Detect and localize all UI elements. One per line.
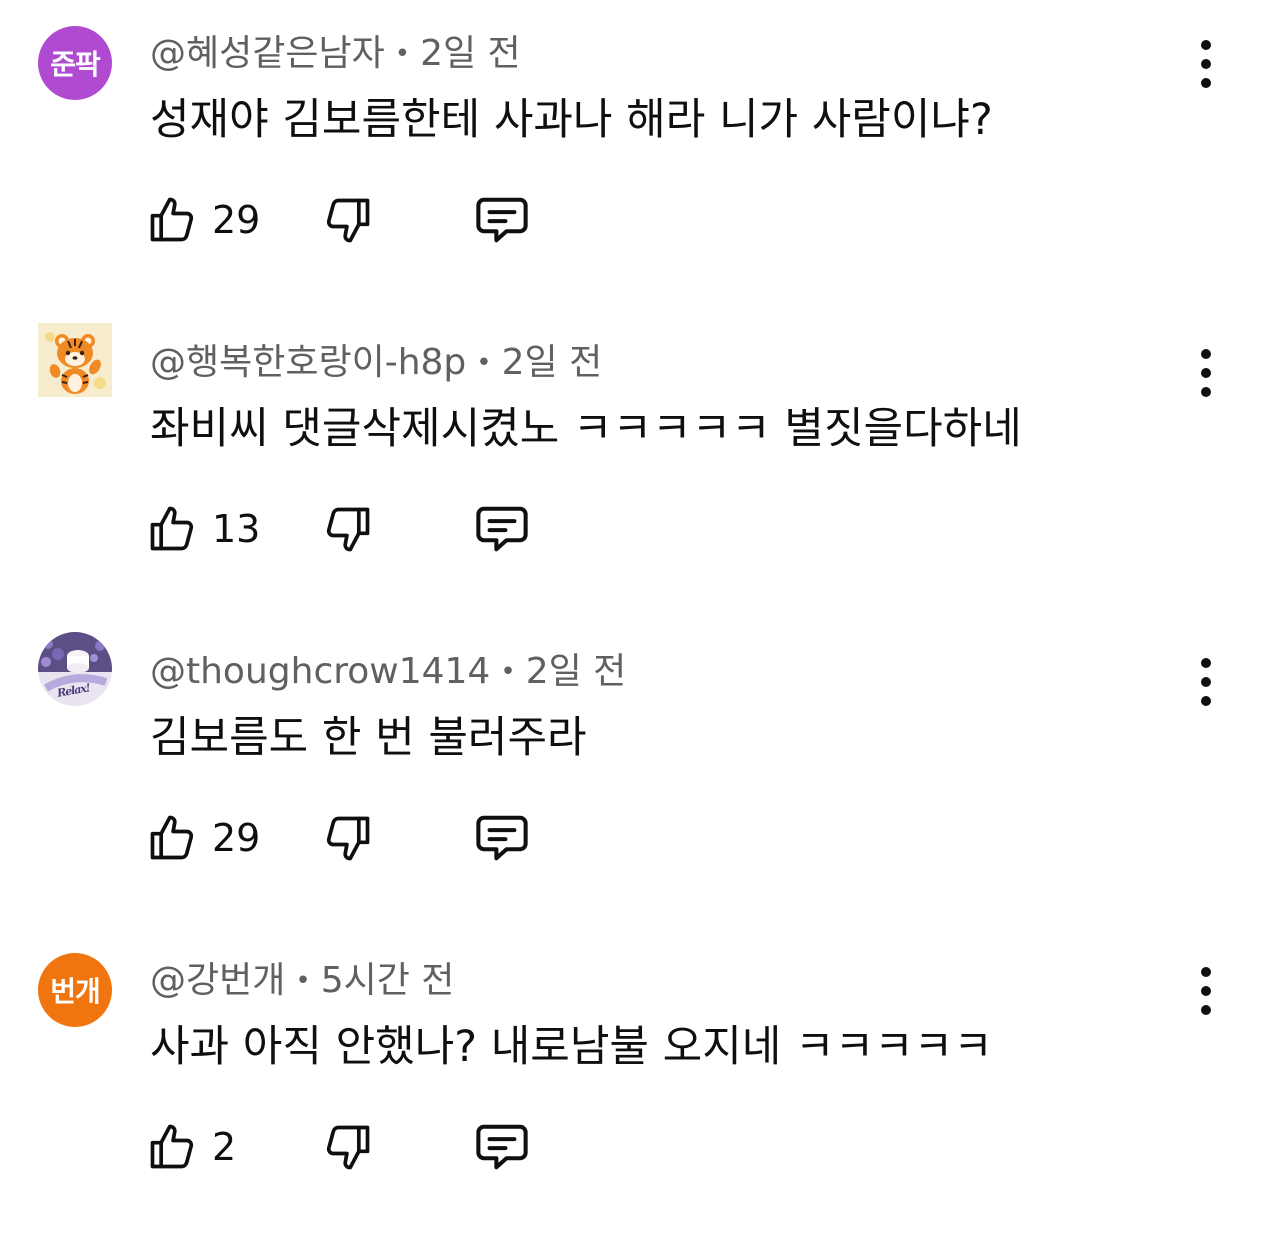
- avatar-initials: 번개: [50, 975, 101, 1008]
- meta-separator: •: [500, 657, 516, 687]
- comment-text: 김보름도 한 번 불러주라: [150, 713, 587, 763]
- thumbs-up-icon: [150, 815, 194, 860]
- thumbs-up-icon: [150, 506, 194, 551]
- reply-comment-icon: [476, 815, 528, 861]
- comment-item: 준팍 @혜성같은남자 • 2일 전 성재야 김보름한테 사과나 해라 니가 사람이냐…: [0, 14, 1280, 314]
- avatar[interactable]: 준팍: [38, 26, 112, 100]
- like-button[interactable]: 29: [146, 190, 260, 250]
- comment-item: 번개 @강번개 • 5시간 전 사과 아직 안했나? 내로남불 오지네 ㅋㅋㅋㅋㅋ …: [0, 941, 1280, 1241]
- more-vert-icon[interactable]: [1186, 40, 1226, 88]
- meta-separator: •: [295, 966, 311, 996]
- reply-button[interactable]: [472, 499, 532, 559]
- reply-comment-icon: [476, 197, 528, 243]
- comment-meta: @행복한호랑이-h8p • 2일 전: [150, 337, 602, 392]
- like-button[interactable]: 13: [146, 499, 260, 559]
- comment-meta: @thoughcrow1414 • 2일 전: [150, 646, 626, 701]
- dislike-button[interactable]: [322, 1117, 374, 1177]
- comment-item: Relax! @thoughcrow1414 • 2일 전 김보름도 한 번 불러주…: [0, 632, 1280, 932]
- comment-meta: @혜성같은남자 • 2일 전: [150, 28, 521, 83]
- comment-author[interactable]: @행복한호랑이-h8p: [150, 342, 466, 383]
- avatar-initials: 준팍: [50, 48, 101, 81]
- more-vert-icon[interactable]: [1186, 658, 1226, 706]
- tiger-avatar-icon: [38, 323, 112, 397]
- avatar[interactable]: 번개: [38, 953, 112, 1027]
- meta-separator: •: [476, 348, 492, 378]
- comment-time[interactable]: 2일 전: [526, 651, 627, 692]
- more-vert-icon[interactable]: [1186, 349, 1226, 397]
- like-button[interactable]: 2: [146, 1117, 236, 1177]
- more-vert-icon[interactable]: [1186, 967, 1226, 1015]
- comment-item: @행복한호랑이-h8p • 2일 전 좌비씨 댓글삭제시켰노 ㅋㅋㅋㅋㅋ 별짓을다하…: [0, 323, 1280, 623]
- dislike-button[interactable]: [322, 808, 374, 868]
- like-button[interactable]: 29: [146, 808, 260, 868]
- thumbs-down-icon: [326, 198, 370, 243]
- dislike-button[interactable]: [322, 499, 374, 559]
- comment-text: 좌비씨 댓글삭제시켰노 ㅋㅋㅋㅋㅋ 별짓을다하네: [150, 404, 1022, 454]
- comment-time[interactable]: 2일 전: [502, 342, 603, 383]
- thumbs-down-icon: [326, 507, 370, 552]
- comment-author[interactable]: @thoughcrow1414: [150, 651, 490, 692]
- reply-button[interactable]: [472, 190, 532, 250]
- thumbs-up-icon: [150, 197, 194, 242]
- like-count: 2: [212, 1125, 237, 1169]
- comment-time[interactable]: 5시간 전: [321, 960, 455, 1001]
- avatar[interactable]: [38, 323, 112, 397]
- comment-author[interactable]: @혜성같은남자: [150, 33, 385, 74]
- reply-comment-icon: [476, 506, 528, 552]
- dislike-button[interactable]: [322, 190, 374, 250]
- lavender-candle-avatar-icon: Relax!: [38, 632, 112, 706]
- comment-text: 사과 아직 안했나? 내로남불 오지네 ㅋㅋㅋㅋㅋ: [150, 1022, 993, 1072]
- meta-separator: •: [394, 39, 411, 69]
- reply-comment-icon: [476, 1124, 528, 1170]
- comment-time[interactable]: 2일 전: [420, 33, 521, 74]
- like-count: 29: [212, 816, 261, 860]
- comment-author[interactable]: @강번개: [150, 960, 285, 1001]
- thumbs-down-icon: [326, 816, 370, 861]
- comment-meta: @강번개 • 5시간 전: [150, 955, 454, 1010]
- comment-text: 성재야 김보름한테 사과나 해라 니가 사람이냐?: [150, 95, 993, 145]
- avatar[interactable]: Relax!: [38, 632, 112, 706]
- reply-button[interactable]: [472, 1117, 532, 1177]
- like-count: 13: [212, 507, 261, 551]
- like-count: 29: [212, 198, 261, 242]
- thumbs-down-icon: [326, 1125, 370, 1170]
- thumbs-up-icon: [150, 1124, 194, 1169]
- reply-button[interactable]: [472, 808, 532, 868]
